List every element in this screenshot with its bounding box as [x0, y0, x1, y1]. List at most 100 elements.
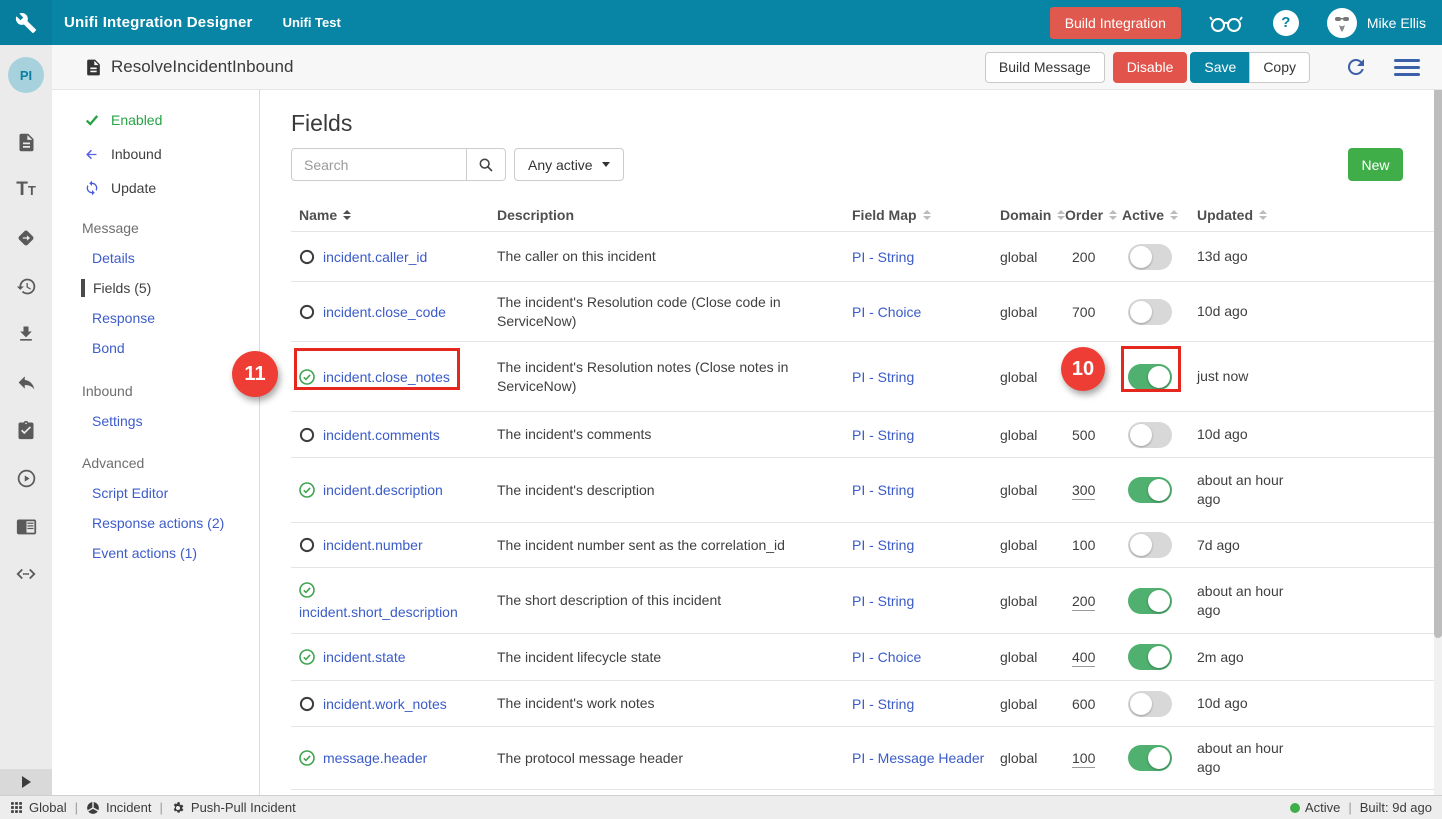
vertical-scrollbar[interactable] — [1434, 90, 1442, 795]
nav-item-settings[interactable]: Settings — [52, 406, 259, 436]
field-order[interactable]: 600 — [1072, 696, 1095, 712]
active-toggle[interactable] — [1128, 691, 1172, 717]
field-description: The incident's Resolution notes (Close n… — [497, 358, 852, 396]
copy-button[interactable]: Copy — [1249, 52, 1310, 83]
nav-item-event-actions[interactable]: Event actions (1) — [52, 538, 259, 568]
field-order[interactable]: 700 — [1072, 304, 1095, 320]
search-button[interactable] — [467, 148, 506, 181]
field-map-link[interactable]: PI - String — [852, 249, 914, 265]
active-toggle[interactable] — [1128, 588, 1172, 614]
nav-inbound[interactable]: Inbound — [52, 137, 259, 171]
column-name[interactable]: Name — [291, 207, 497, 223]
field-name-link[interactable]: incident.state — [323, 649, 406, 665]
help-icon[interactable]: ? — [1273, 10, 1299, 36]
new-field-button[interactable]: New — [1348, 148, 1403, 181]
table-row: incident.work_notes The incident's work … — [291, 681, 1434, 727]
field-name-link[interactable]: incident.description — [323, 482, 443, 498]
field-name-link[interactable]: incident.comments — [323, 427, 440, 443]
field-map-link[interactable]: PI - String — [852, 696, 914, 712]
nav-inbound-label: Inbound — [111, 146, 162, 162]
field-name-link[interactable]: incident.caller_id — [323, 249, 427, 265]
document-icon[interactable] — [0, 118, 52, 166]
nav-item-script-editor[interactable]: Script Editor — [52, 478, 259, 508]
field-order[interactable]: 200 — [1072, 593, 1095, 611]
active-filter-dropdown[interactable]: Any active — [514, 148, 624, 181]
nav-item-bond[interactable]: Bond — [52, 333, 259, 363]
active-toggle[interactable] — [1128, 244, 1172, 270]
code-icon[interactable] — [0, 550, 52, 598]
active-toggle[interactable] — [1128, 477, 1172, 503]
field-map-link[interactable]: PI - Choice — [852, 649, 921, 665]
field-map-link[interactable]: PI - String — [852, 369, 914, 385]
text-format-icon[interactable]: TT — [0, 166, 52, 214]
field-map-link[interactable]: PI - String — [852, 537, 914, 553]
tasks-icon[interactable] — [0, 406, 52, 454]
nav-update[interactable]: Update — [52, 171, 259, 205]
active-toggle[interactable] — [1128, 364, 1172, 390]
nav-item-details[interactable]: Details — [52, 243, 259, 273]
search-icon — [478, 157, 494, 173]
field-order[interactable]: 300 — [1072, 482, 1095, 500]
active-toggle[interactable] — [1128, 745, 1172, 771]
field-map-link[interactable]: PI - Message Header — [852, 750, 984, 766]
table-row: incident.close_notes The incident's Reso… — [291, 342, 1434, 412]
nav-enabled[interactable]: Enabled — [52, 103, 259, 137]
disable-button[interactable]: Disable — [1113, 52, 1188, 83]
column-field-map[interactable]: Field Map — [852, 207, 1000, 223]
column-domain[interactable]: Domain — [1000, 207, 1065, 223]
active-toggle[interactable] — [1128, 532, 1172, 558]
active-toggle[interactable] — [1128, 299, 1172, 325]
user-name[interactable]: Mike Ellis — [1367, 15, 1426, 31]
build-message-button[interactable]: Build Message — [985, 52, 1105, 83]
field-name-link[interactable]: incident.work_notes — [323, 696, 447, 712]
table-row: incident.caller_id The caller on this in… — [291, 232, 1434, 282]
field-name-link[interactable]: incident.number — [323, 537, 423, 553]
statusbar-global[interactable]: Global — [10, 800, 67, 815]
field-updated: about an hour ago — [1197, 739, 1302, 777]
refresh-icon[interactable] — [1344, 55, 1368, 79]
column-updated[interactable]: Updated — [1197, 207, 1434, 223]
nav-item-response[interactable]: Response — [52, 303, 259, 333]
field-order[interactable]: 500 — [1072, 427, 1095, 443]
send-icon[interactable] — [0, 214, 52, 262]
search-input[interactable] — [291, 148, 467, 181]
statusbar-process[interactable]: Push-Pull Incident — [171, 800, 296, 815]
build-integration-button[interactable]: Build Integration — [1050, 7, 1181, 39]
field-order[interactable]: 200 — [1072, 249, 1095, 265]
field-domain: global — [1000, 304, 1065, 320]
integration-avatar[interactable]: PI — [8, 57, 44, 93]
nav-item-response-actions[interactable]: Response actions (2) — [52, 508, 259, 538]
reply-icon[interactable] — [0, 358, 52, 406]
nav-section-advanced: Advanced — [52, 448, 259, 478]
history-icon[interactable] — [0, 262, 52, 310]
field-map-link[interactable]: PI - String — [852, 593, 914, 609]
menu-icon[interactable] — [1394, 59, 1420, 76]
sidebar-expand-button[interactable] — [0, 769, 52, 795]
workspace-name[interactable]: Unifi Test — [283, 15, 341, 30]
save-button[interactable]: Save — [1190, 52, 1250, 83]
field-map-link[interactable]: PI - String — [852, 427, 914, 443]
field-map-link[interactable]: PI - String — [852, 482, 914, 498]
field-order[interactable]: 100 — [1072, 750, 1095, 768]
download-icon[interactable] — [0, 310, 52, 358]
active-toggle[interactable] — [1128, 422, 1172, 448]
field-updated: 7d ago — [1197, 536, 1302, 555]
field-order[interactable]: 400 — [1072, 649, 1095, 667]
field-name-link[interactable]: message.header — [323, 750, 427, 766]
scrollbar-thumb[interactable] — [1434, 90, 1442, 638]
field-order[interactable]: 100 — [1072, 537, 1095, 553]
play-icon[interactable] — [0, 454, 52, 502]
column-active[interactable]: Active — [1122, 207, 1197, 223]
knowledge-icon[interactable] — [0, 502, 52, 550]
statusbar-incident[interactable]: Incident — [86, 800, 152, 815]
column-order[interactable]: Order — [1065, 207, 1122, 223]
field-name-link[interactable]: incident.short_description — [299, 604, 458, 620]
field-name-link[interactable]: incident.close_notes — [323, 369, 450, 385]
active-toggle[interactable] — [1128, 644, 1172, 670]
nav-item-fields[interactable]: Fields (5) — [52, 273, 259, 303]
spectacles-icon[interactable] — [1209, 12, 1243, 34]
field-name-link[interactable]: incident.close_code — [323, 304, 446, 320]
wrench-icon[interactable] — [0, 0, 52, 45]
user-avatar[interactable] — [1327, 8, 1357, 38]
field-map-link[interactable]: PI - Choice — [852, 304, 921, 320]
